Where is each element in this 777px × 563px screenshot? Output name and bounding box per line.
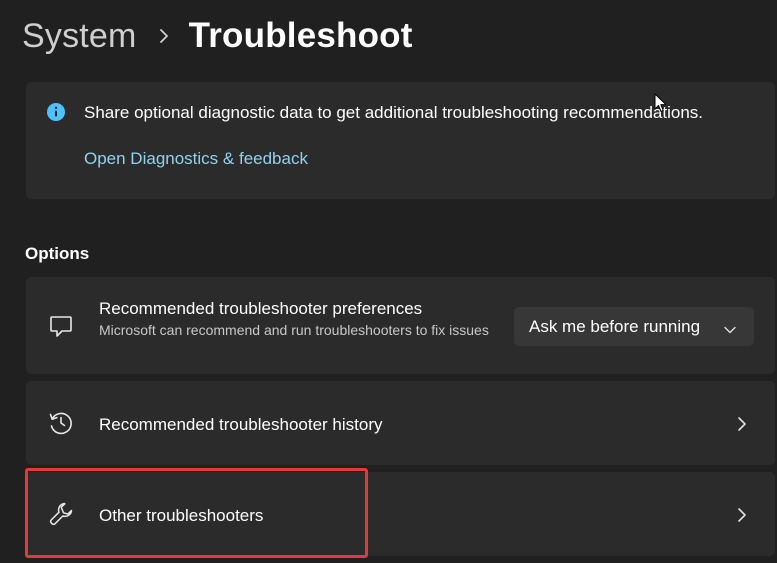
mouse-cursor-icon: [654, 93, 668, 118]
wrench-icon: [46, 499, 76, 529]
chevron-right-icon: [737, 416, 747, 437]
row-title: Recommended troubleshooter history: [99, 415, 383, 434]
breadcrumb: System Troubleshoot: [22, 12, 413, 60]
other-troubleshooters-row[interactable]: Other troubleshooters: [26, 472, 775, 556]
info-message: Share optional diagnostic data to get ad…: [84, 103, 704, 122]
troubleshooter-preferences-row: Recommended troubleshooter preferences M…: [26, 277, 775, 374]
troubleshooter-history-row[interactable]: Recommended troubleshooter history: [26, 381, 775, 465]
options-section-title: Options: [25, 244, 90, 263]
dropdown-selected-value: Ask me before running: [529, 316, 701, 336]
chat-bubble-icon: [46, 311, 76, 341]
chevron-right-icon: [159, 28, 169, 44]
settings-page: System Troubleshoot Share optional diagn…: [0, 0, 777, 563]
info-icon: [46, 102, 66, 122]
chevron-down-icon: [724, 321, 736, 339]
row-description: Microsoft can recommend and run troubles…: [99, 322, 489, 338]
row-title: Recommended troubleshooter preferences: [99, 299, 423, 318]
history-icon: [46, 408, 76, 438]
page-title: Troubleshoot: [188, 16, 413, 55]
chevron-right-icon: [737, 507, 747, 528]
run-preference-dropdown[interactable]: Ask me before running: [514, 307, 754, 346]
open-diagnostics-link[interactable]: Open Diagnostics & feedback: [84, 149, 308, 169]
breadcrumb-system-link[interactable]: System: [22, 17, 137, 56]
row-title: Other troubleshooters: [99, 506, 264, 525]
